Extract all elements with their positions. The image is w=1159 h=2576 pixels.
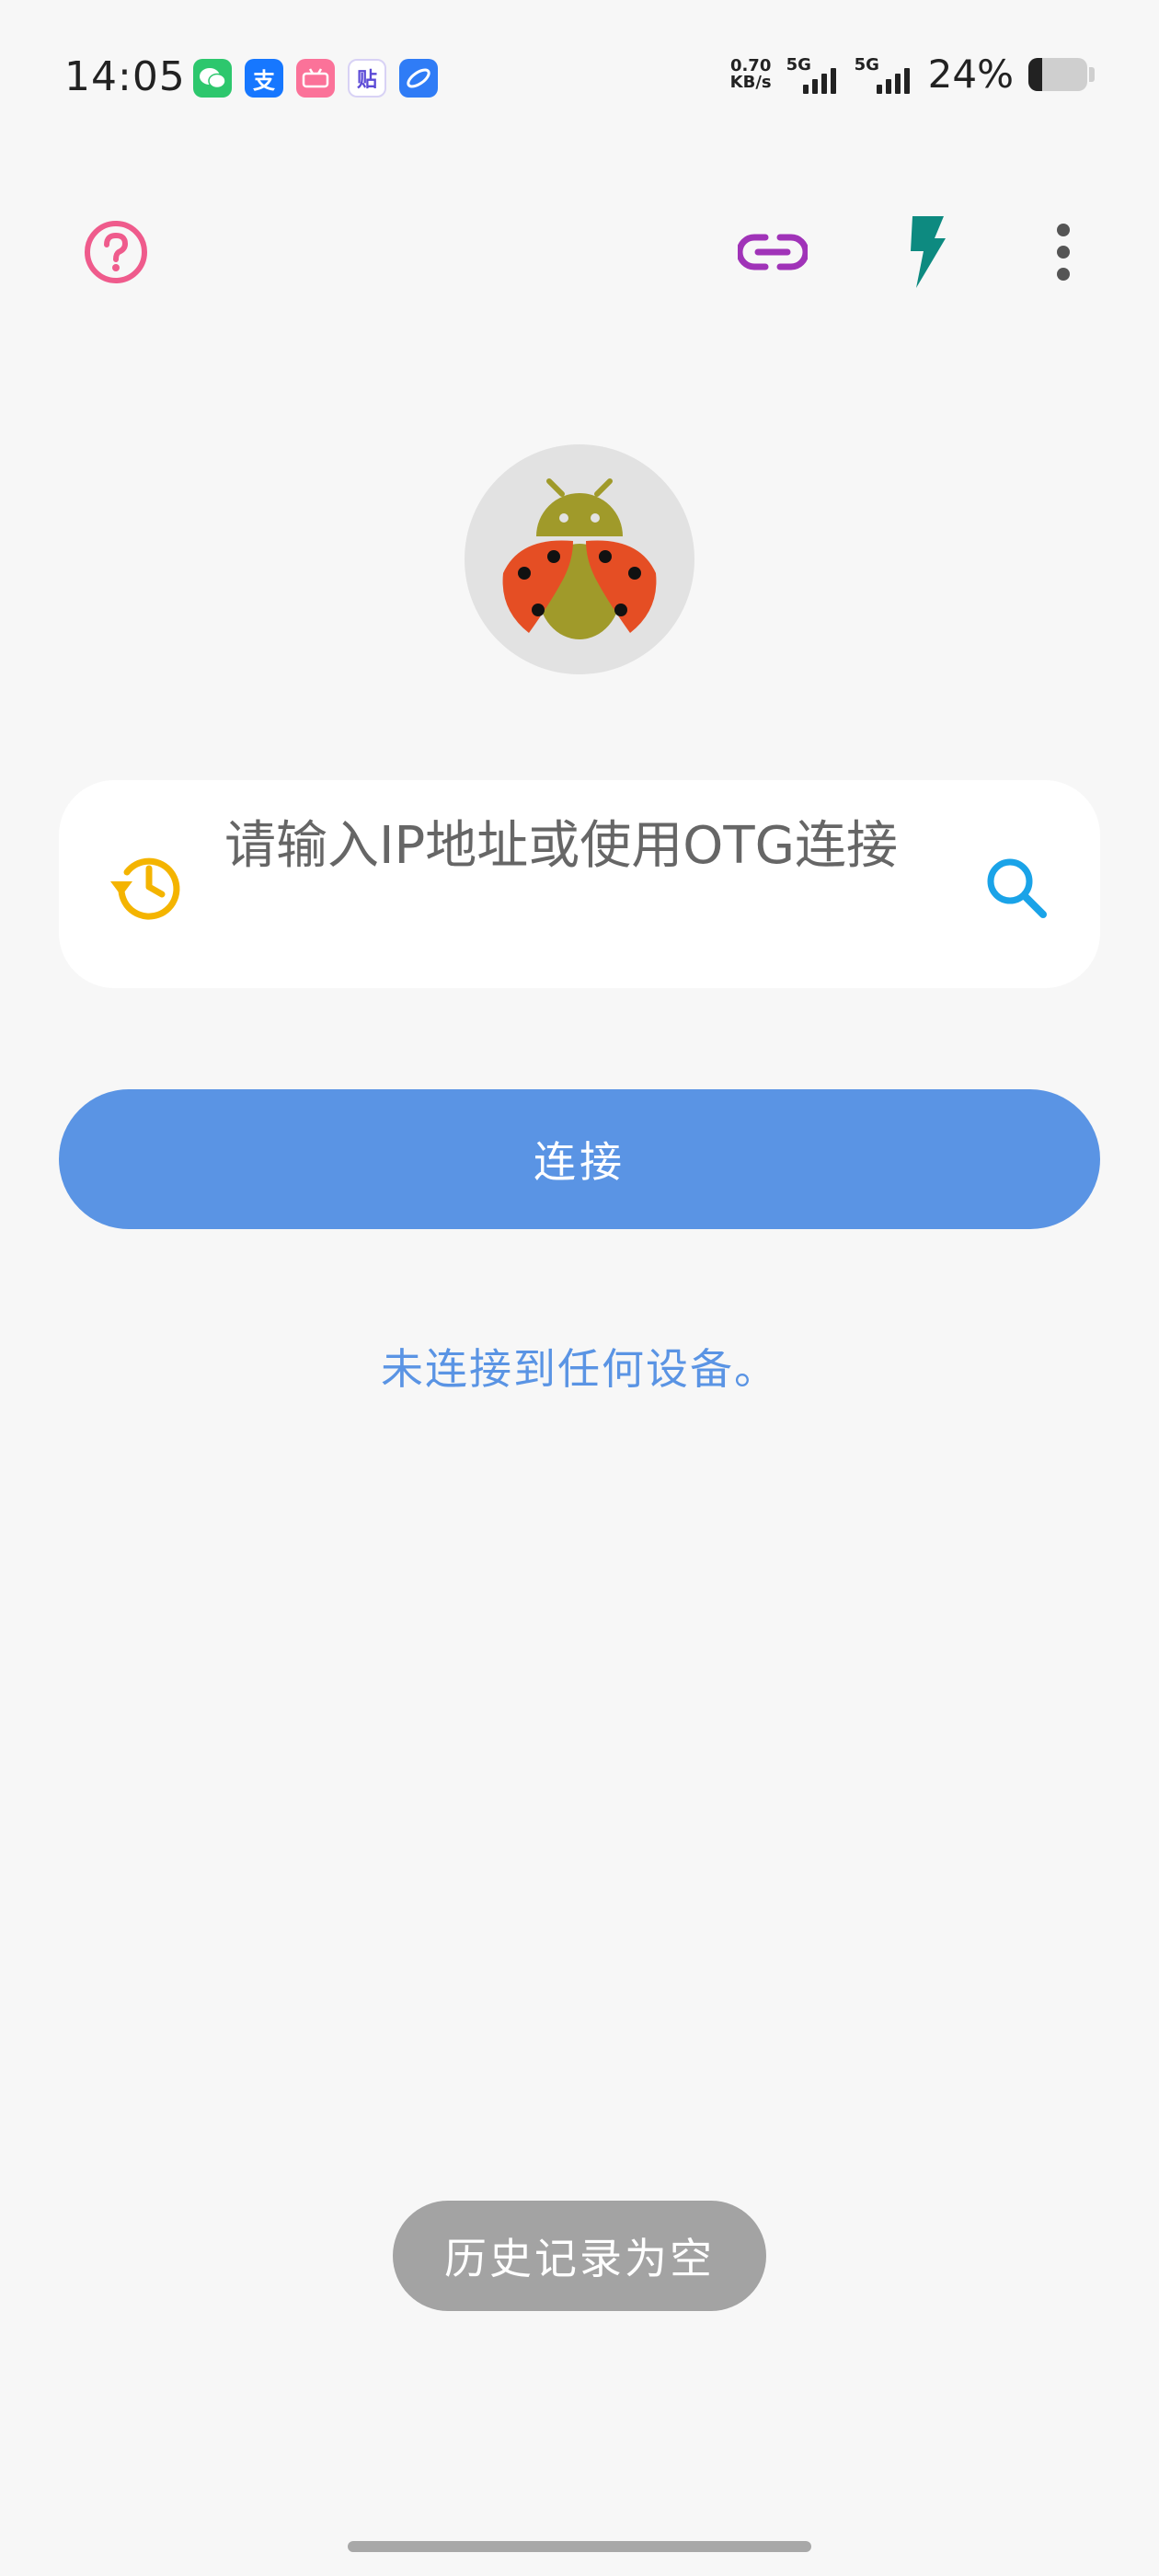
notification-app-icons: 支 贴 bbox=[193, 59, 438, 98]
battery-percentage: 24% bbox=[927, 52, 1014, 97]
network-speed: 0.70 KB/s bbox=[729, 55, 772, 92]
battery-icon bbox=[1028, 57, 1095, 91]
link-icon bbox=[738, 234, 808, 270]
bilibili-icon bbox=[296, 59, 335, 98]
ip-address-input[interactable] bbox=[224, 817, 988, 951]
home-indicator[interactable] bbox=[348, 2541, 811, 2552]
connect-button[interactable]: 连接 bbox=[59, 1089, 1100, 1229]
app-logo bbox=[465, 444, 694, 674]
alipay-icon: 支 bbox=[245, 59, 283, 98]
help-icon bbox=[85, 221, 147, 283]
more-vert-icon bbox=[1057, 224, 1070, 281]
ip-input-card bbox=[59, 780, 1100, 988]
browser-icon bbox=[399, 59, 438, 98]
lightning-icon bbox=[911, 216, 946, 288]
toolbar bbox=[0, 202, 1159, 304]
connection-status-text: 未连接到任何设备。 bbox=[381, 1344, 778, 1394]
sim1-signal-icon: 5G bbox=[786, 55, 840, 94]
search-icon bbox=[987, 858, 1047, 918]
history-icon bbox=[110, 857, 180, 920]
search-button[interactable] bbox=[982, 854, 1052, 924]
toast-message: 历史记录为空 bbox=[393, 2201, 766, 2311]
status-indicators: 0.70 KB/s 5G 5G 24% bbox=[730, 52, 1095, 97]
sim2-signal-icon: 5G bbox=[855, 55, 913, 94]
history-button[interactable] bbox=[107, 845, 186, 924]
flash-button[interactable] bbox=[881, 206, 973, 298]
help-button[interactable] bbox=[70, 206, 162, 298]
tieba-icon: 贴 bbox=[348, 59, 386, 98]
ladybug-android-icon bbox=[502, 478, 657, 639]
wechat-icon bbox=[193, 59, 232, 98]
status-bar: 14:05 支 贴 0.70 KB/s 5G 5G 24% bbox=[0, 0, 1159, 156]
link-button[interactable] bbox=[727, 206, 819, 298]
status-time: 14:05 bbox=[64, 53, 186, 100]
more-options-button[interactable] bbox=[1017, 206, 1109, 298]
